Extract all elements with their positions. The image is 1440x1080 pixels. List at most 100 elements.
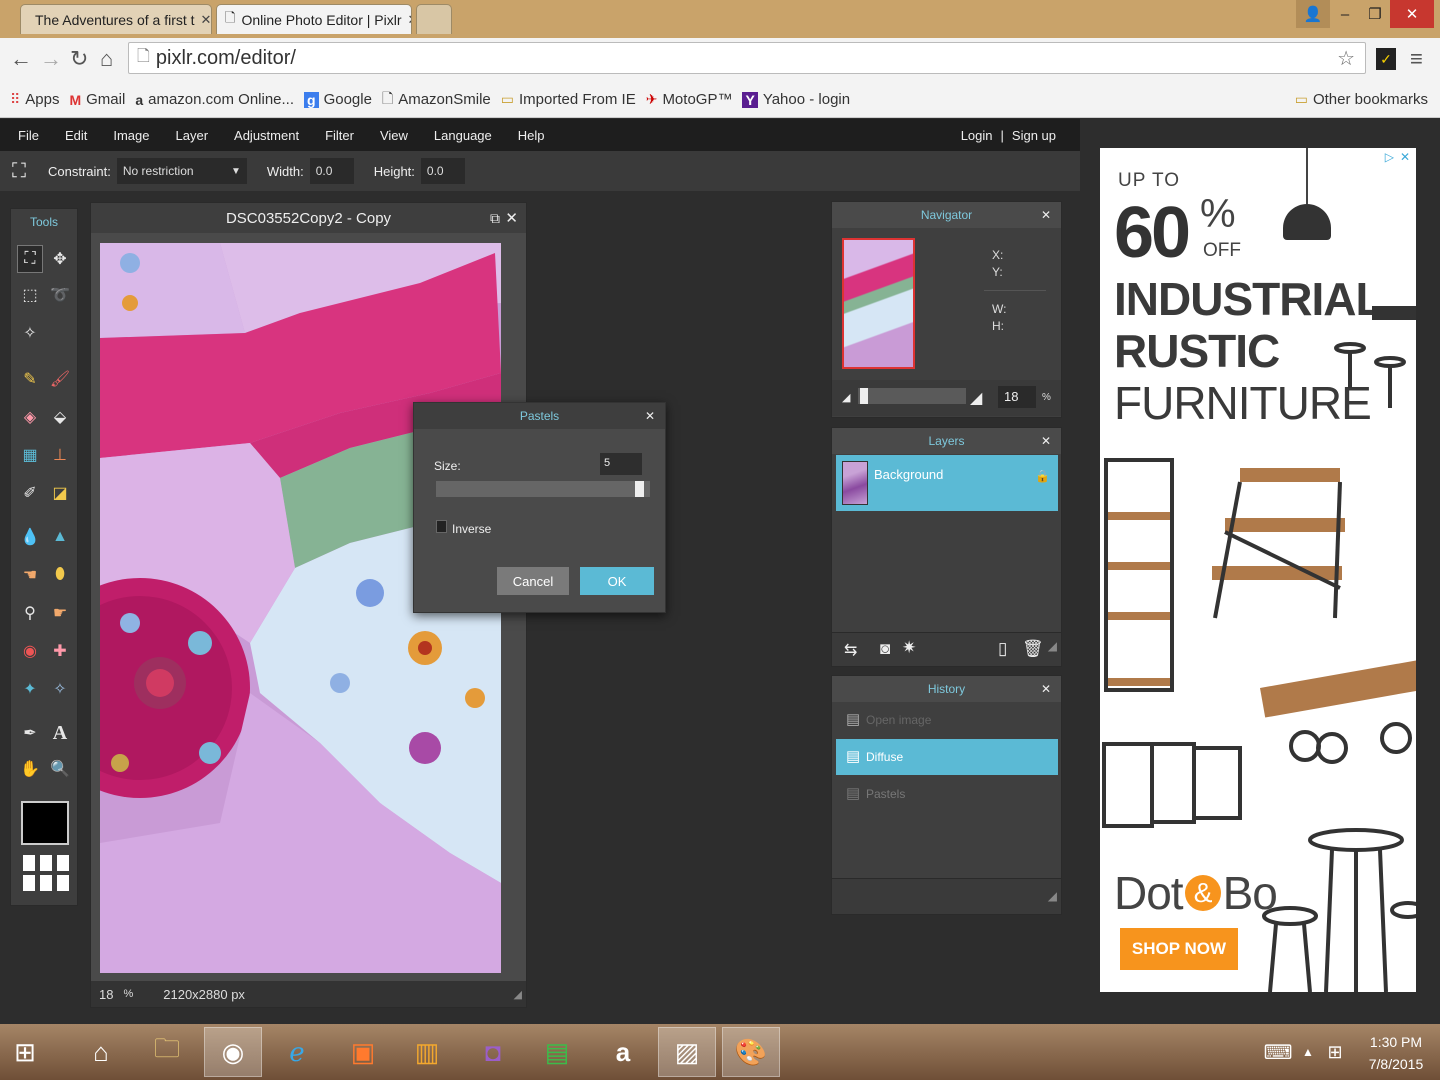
extension-icon[interactable]: ✓ (1376, 48, 1396, 70)
close-icon[interactable]: ✕ (505, 209, 518, 227)
close-icon[interactable]: ✕ (645, 409, 655, 423)
bookmark-other[interactable]: ▭ Other bookmarks (1295, 91, 1428, 108)
width-input[interactable]: 0.0 (309, 158, 354, 184)
maximize-icon[interactable]: ⧉ (490, 210, 500, 227)
photos-app-icon[interactable]: ▣ (334, 1027, 392, 1077)
new-tab-button[interactable] (416, 4, 452, 34)
zoom-value[interactable]: 18 (99, 987, 113, 1002)
paint-app-icon[interactable]: 🎨 (722, 1027, 780, 1077)
tray-expand-icon[interactable]: ▲ (1298, 1027, 1318, 1077)
bloat-tool-icon[interactable]: ✦ (17, 675, 43, 703)
dialog-titlebar[interactable]: Pastels ✕ (414, 403, 665, 429)
marquee-tool-icon[interactable]: ⬚ (17, 281, 43, 309)
signup-link[interactable]: Sign up (1012, 128, 1056, 143)
layer-row-background[interactable]: Background 🔒 (836, 455, 1058, 511)
zoom-tool-icon[interactable]: 🔍 (47, 755, 73, 783)
constraint-select[interactable]: No restriction ▼ (116, 158, 247, 184)
type-tool-icon[interactable]: A (47, 719, 73, 747)
dodge-tool-icon[interactable]: ⚲ (17, 599, 43, 627)
close-icon[interactable]: ✕ (1041, 208, 1051, 222)
reload-icon[interactable]: ↻ (70, 46, 88, 72)
size-input[interactable]: 5 (600, 453, 642, 475)
gradient-tool-icon[interactable]: ▦ (17, 441, 43, 469)
layer-styles-icon[interactable]: ✷ (902, 638, 916, 658)
spot-heal-tool-icon[interactable]: ✚ (47, 637, 73, 665)
minimize-icon[interactable]: – (1328, 0, 1362, 28)
close-icon[interactable]: ✕ (1041, 434, 1051, 448)
close-tab-icon[interactable]: ✕ (201, 12, 211, 28)
navigator-titlebar[interactable]: Navigator ✕ (832, 202, 1061, 228)
restore-icon[interactable]: ❐ (1358, 0, 1392, 28)
history-item-selected[interactable]: ▤ Diffuse (836, 739, 1058, 775)
keyboard-icon[interactable]: ⌨ (1256, 1027, 1300, 1077)
home-icon[interactable]: ⌂ (72, 1027, 130, 1077)
navigator-zoom-slider[interactable] (858, 388, 966, 404)
bookmark-imported[interactable]: ▭ Imported From IE (501, 91, 636, 108)
menu-adjustment[interactable]: Adjustment (221, 128, 312, 143)
menu-file[interactable]: File (0, 128, 52, 143)
blur-tool-icon[interactable]: 💧 (17, 523, 43, 551)
taskbar-date[interactable]: 7/8/2015 (1362, 1056, 1430, 1072)
forward-icon[interactable]: → (40, 46, 62, 72)
menu-image[interactable]: Image (100, 128, 162, 143)
history-item[interactable]: ▤ Open image (836, 702, 1058, 738)
resize-grip-icon[interactable]: ◢ (1048, 639, 1057, 653)
bookmark-amazon[interactable]: a amazon.com Online... (135, 91, 294, 108)
slider-thumb[interactable] (635, 481, 644, 497)
eraser-tool-icon[interactable]: ◈ (17, 403, 43, 431)
menu-filter[interactable]: Filter (312, 128, 367, 143)
menu-language[interactable]: Language (421, 128, 505, 143)
pinch-tool-icon[interactable]: ✧ (47, 675, 73, 703)
taskbar-time[interactable]: 1:30 PM (1362, 1034, 1430, 1050)
cancel-button[interactable]: Cancel (497, 567, 569, 595)
bookmark-amazonsmile[interactable]: 🗋 AmazonSmile (382, 88, 491, 112)
bookmark-motogp[interactable]: ✈ MotoGP™ (646, 91, 733, 108)
burn-tool-icon[interactable]: ☛ (47, 599, 73, 627)
bookmark-yahoo[interactable]: Y Yahoo - login (742, 91, 850, 108)
new-layer-icon[interactable]: ▯ (998, 639, 1007, 659)
bookmark-google[interactable]: g Google (304, 91, 372, 108)
resize-grip-icon[interactable]: ◢ (514, 988, 522, 1001)
close-tab-icon[interactable]: ✕ (408, 12, 412, 28)
pencil-tool-icon[interactable]: ✎ (17, 365, 43, 393)
brush-tool-icon[interactable]: 🖌 (47, 365, 73, 393)
color-swatch[interactable] (21, 801, 69, 845)
smudge-tool-icon[interactable]: ☚ (17, 561, 43, 589)
navigator-zoom-input[interactable]: 18 (998, 386, 1036, 408)
notes-app-icon[interactable]: ▥ (398, 1027, 456, 1077)
delete-layer-icon[interactable]: 🗑 (1022, 639, 1044, 659)
lasso-tool-icon[interactable]: ➰ (47, 281, 73, 309)
address-bar[interactable]: 🗋 pixlr.com/editor/ ☆ (128, 42, 1366, 74)
sponge-tool-icon[interactable]: ⬮ (47, 561, 73, 589)
zoom-in-icon[interactable]: ◢ (970, 388, 982, 408)
history-item[interactable]: ▤ Pastels (836, 776, 1058, 812)
wand-tool-icon[interactable]: ✧ (17, 319, 43, 347)
slider-thumb[interactable] (860, 388, 868, 404)
menu-layer[interactable]: Layer (163, 128, 222, 143)
resize-grip-icon[interactable]: ◢ (1048, 889, 1057, 903)
chrome-icon[interactable]: ◉ (204, 1027, 262, 1077)
bookmark-apps[interactable]: ⠿ Apps (10, 91, 59, 108)
bucket-tool-icon[interactable]: ⬙ (47, 403, 73, 431)
layers-titlebar[interactable]: Layers ✕ (832, 428, 1061, 454)
ok-button[interactable]: OK (580, 567, 654, 595)
inverse-checkbox[interactable] (436, 520, 447, 533)
internet-explorer-icon[interactable]: ℯ (268, 1027, 326, 1077)
browser-tab-blog[interactable]: The Adventures of a first t ✕ (20, 4, 212, 34)
move-tool-icon[interactable]: ✥ (47, 245, 73, 273)
ad-shop-now-button[interactable]: SHOP NOW (1120, 928, 1238, 970)
store-icon[interactable]: ▤ (528, 1027, 586, 1077)
menu-help[interactable]: Help (505, 128, 558, 143)
menu-view[interactable]: View (367, 128, 421, 143)
network-icon[interactable]: ⊞ (1320, 1027, 1350, 1077)
size-slider[interactable] (436, 481, 650, 497)
crop-tool-icon[interactable]: ⛶ (17, 245, 43, 273)
layer-settings-icon[interactable]: ⇆ (844, 640, 857, 660)
file-explorer-icon[interactable]: 🗀 (138, 1027, 196, 1077)
history-titlebar[interactable]: History ✕ (832, 676, 1061, 702)
amazon-icon[interactable]: a (594, 1027, 652, 1077)
drawing-tool-icon[interactable]: ◪ (47, 479, 73, 507)
red-eye-tool-icon[interactable]: ◉ (17, 637, 43, 665)
document-titlebar[interactable]: DSC03552Copy2 - Copy ⧉ ✕ (91, 203, 526, 233)
stamp-tool-icon[interactable]: ⊥ (47, 441, 73, 469)
